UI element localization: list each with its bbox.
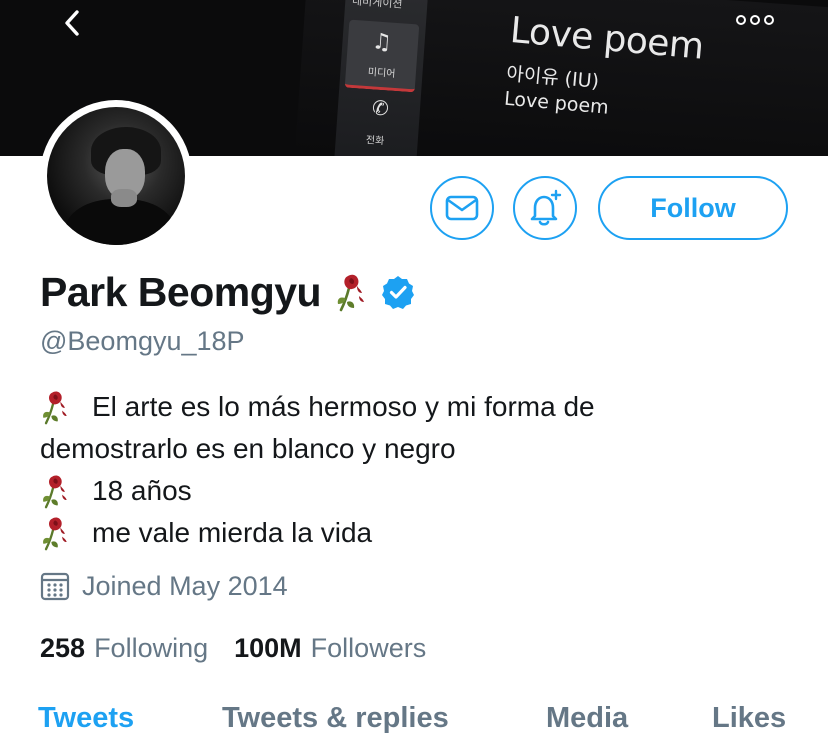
notifications-button[interactable] — [513, 176, 577, 240]
bio-line: El arte es lo más hermoso y mi forma de — [40, 386, 800, 428]
calendar-icon — [40, 572, 70, 601]
more-options-dot — [750, 15, 760, 25]
back-button[interactable] — [56, 6, 90, 40]
bio-text: me vale mierda la vida — [92, 517, 373, 548]
banner-media-label: 미디어 — [367, 67, 396, 80]
profile-handle: @Beomgyu_18P — [40, 326, 245, 356]
following-link[interactable]: 258 Following — [40, 633, 208, 664]
wilted-rose-icon — [40, 515, 70, 551]
wilted-rose-icon — [40, 389, 70, 425]
more-options-button[interactable] — [736, 12, 776, 28]
profile-bio: El arte es lo más hermoso y mi forma de … — [40, 386, 800, 554]
joined-date: Joined May 2014 — [40, 568, 288, 604]
banner-media-tile: ♫ 미디어 — [344, 19, 420, 93]
followers-count: 100M — [234, 632, 302, 663]
avatar[interactable] — [40, 100, 192, 252]
banner-phone-tile: ✆ 전화 — [349, 94, 413, 154]
bio-text: El arte es lo más hermoso y mi forma de — [92, 391, 595, 422]
bio-line: demostrarlo es en blanco y negro — [40, 428, 800, 470]
banner-now-playing: Love poem 아이유 (IU) Love poem — [503, 10, 705, 127]
music-note-icon: ♫ — [371, 29, 393, 56]
follow-button[interactable]: Follow — [598, 176, 788, 240]
bell-plus-icon — [530, 189, 562, 226]
tab-media[interactable]: Media — [546, 702, 628, 735]
following-count: 258 — [40, 632, 86, 663]
profile-tabs: Tweets Tweets & replies Media Likes — [0, 696, 828, 755]
verified-badge-icon — [382, 276, 415, 309]
more-options-dot — [764, 15, 774, 25]
profile-name-row: Park Beomgyu — [40, 266, 415, 318]
joined-text: Joined May 2014 — [82, 570, 288, 601]
phone-icon: ✆ — [371, 95, 390, 121]
bio-line: 18 años — [40, 470, 800, 512]
wilted-rose-icon — [40, 473, 70, 509]
followers-link[interactable]: 100M Followers — [234, 633, 426, 664]
display-name: Park Beomgyu — [40, 268, 322, 315]
followers-label: Followers — [310, 632, 427, 663]
chevron-left-icon — [65, 10, 79, 36]
bio-text: demostrarlo es en blanco y negro — [40, 433, 456, 464]
follow-stats: 258 Following 100M Followers — [40, 628, 426, 668]
mail-icon — [445, 195, 479, 221]
message-button[interactable] — [430, 176, 494, 240]
more-options-icon — [736, 15, 746, 25]
banner-phone-label: 전화 — [365, 134, 385, 148]
avatar-image — [47, 107, 185, 245]
tab-tweets[interactable]: Tweets — [38, 702, 134, 735]
tab-tweets-and-replies[interactable]: Tweets & replies — [222, 702, 449, 735]
following-label: Following — [94, 632, 209, 663]
wilted-rose-icon — [335, 272, 367, 312]
bio-line: me vale mierda la vida — [40, 512, 800, 554]
bio-text: 18 años — [92, 475, 192, 506]
tab-likes[interactable]: Likes — [712, 702, 786, 735]
